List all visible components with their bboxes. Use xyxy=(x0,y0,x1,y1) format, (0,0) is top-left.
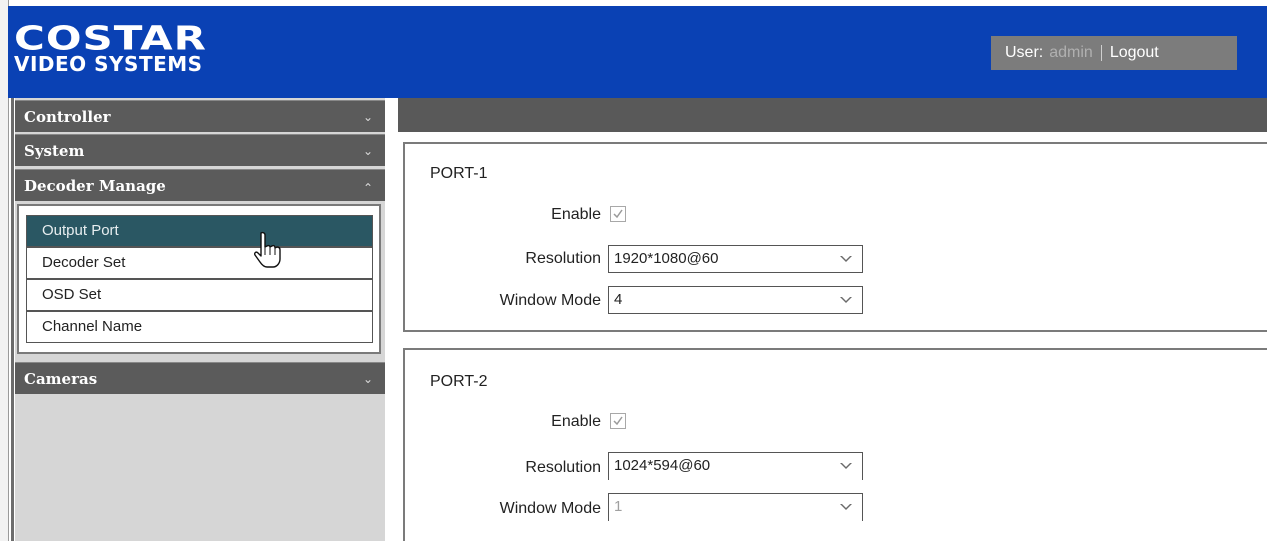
sidebar: Controller ⌄ System ⌄ Decoder Manage ⌃ O… xyxy=(15,98,385,541)
sidebar-item-channel-name[interactable]: Channel Name xyxy=(26,311,373,343)
enable-label: Enable xyxy=(551,413,601,430)
dropdown-arrow-icon xyxy=(840,504,852,510)
sidebar-section-decoder-manage[interactable]: Decoder Manage ⌃ xyxy=(15,169,385,201)
sidebar-item-decoder-set[interactable]: Decoder Set xyxy=(26,247,373,279)
resolution-select[interactable]: 1024*594@60 xyxy=(608,452,863,480)
chevron-up-icon: ⌃ xyxy=(362,181,373,195)
resolution-select[interactable]: 1920*1080@60 xyxy=(608,245,863,273)
resolution-label: Resolution xyxy=(525,250,601,267)
resolution-value: 1024*594@60 xyxy=(614,457,711,474)
user-label: User: xyxy=(1005,44,1044,61)
divider xyxy=(1100,44,1102,61)
enable-checkbox[interactable] xyxy=(610,413,626,429)
section-label: System xyxy=(24,142,85,160)
chevron-down-icon: ⌄ xyxy=(362,144,373,158)
resolution-label: Resolution xyxy=(525,459,601,476)
section-label: Decoder Manage xyxy=(24,177,166,195)
sidebar-item-output-port[interactable]: Output Port xyxy=(26,215,373,247)
sidebar-section-controller[interactable]: Controller ⌄ xyxy=(15,100,385,132)
check-icon xyxy=(613,416,623,426)
sidebar-section-system[interactable]: System ⌄ xyxy=(15,134,385,166)
logout-link[interactable]: Logout xyxy=(1110,44,1159,61)
enable-label: Enable xyxy=(551,206,601,223)
chevron-down-icon: ⌄ xyxy=(362,110,373,124)
window-mode-value: 4 xyxy=(614,291,623,308)
resolution-value: 1920*1080@60 xyxy=(614,250,719,267)
dropdown-arrow-icon xyxy=(840,463,852,469)
logo-line1: COSTAR xyxy=(14,18,208,58)
check-icon xyxy=(613,209,623,219)
sidebar-edge xyxy=(11,98,14,541)
window-mode-label: Window Mode xyxy=(499,292,601,309)
window-mode-value: 1 xyxy=(614,498,623,515)
panel-title: PORT-2 xyxy=(430,373,488,390)
port-1-panel: PORT-1 Enable Resolution 1920*1080@60 Wi… xyxy=(403,142,1267,332)
content-toolbar xyxy=(398,98,1267,132)
window-mode-select[interactable]: 1 xyxy=(608,493,863,521)
chevron-down-icon: ⌄ xyxy=(362,372,373,386)
window-mode-label: Window Mode xyxy=(499,500,601,517)
costar-logo: COSTAR VIDEO SYSTEMS xyxy=(14,22,207,74)
user-bar: User: admin Logout xyxy=(991,36,1237,70)
sidebar-item-osd-set[interactable]: OSD Set xyxy=(26,279,373,311)
enable-checkbox[interactable] xyxy=(610,206,626,222)
window-mode-select[interactable]: 4 xyxy=(608,286,863,314)
dropdown-arrow-icon xyxy=(840,297,852,303)
app-header: COSTAR VIDEO SYSTEMS User: admin Logout xyxy=(8,6,1267,98)
dropdown-arrow-icon xyxy=(840,256,852,262)
hand-pointer-icon xyxy=(254,231,281,268)
port-2-panel: PORT-2 Enable Resolution 1024*594@60 Win… xyxy=(403,348,1267,541)
decoder-manage-submenu: Output Port Decoder Set OSD Set Channel … xyxy=(17,204,381,354)
panel-title: PORT-1 xyxy=(430,165,488,182)
section-label: Cameras xyxy=(24,370,98,388)
sidebar-section-cameras[interactable]: Cameras ⌄ xyxy=(15,362,385,394)
user-name: admin xyxy=(1049,44,1093,61)
section-label: Controller xyxy=(24,108,111,126)
